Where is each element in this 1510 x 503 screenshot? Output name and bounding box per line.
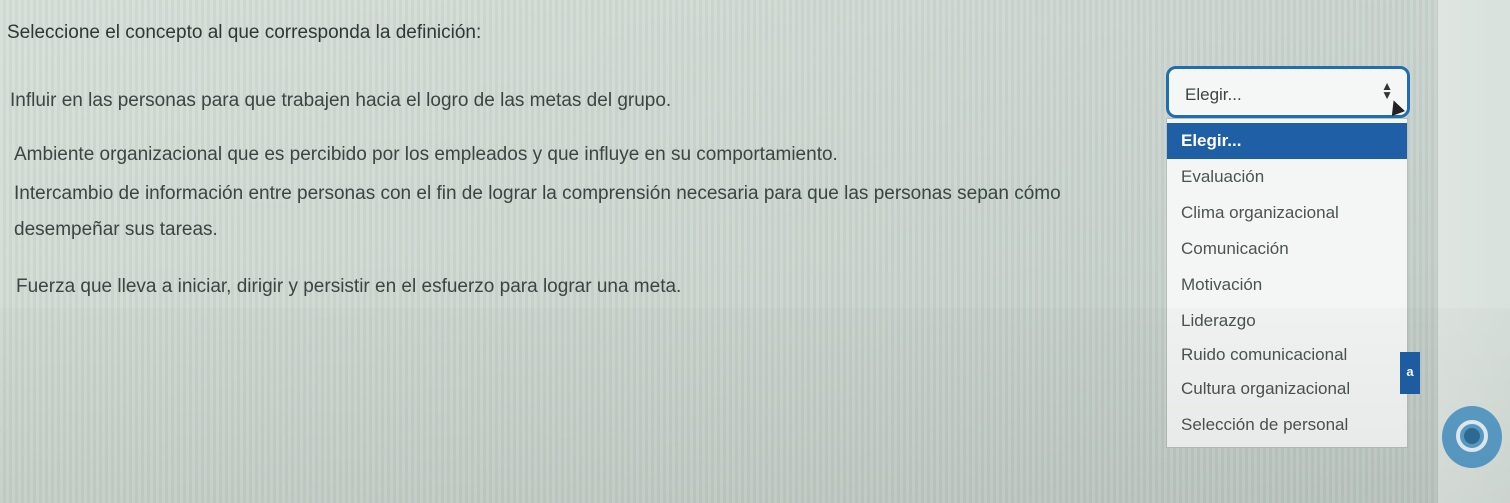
side-badge[interactable]: a <box>1400 352 1420 394</box>
dropdown-list: Elegir... Evaluación Clima organizaciona… <box>1166 118 1408 448</box>
option-clima-organizacional[interactable]: Clima organizacional <box>1167 195 1407 231</box>
option-elegir[interactable]: Elegir... <box>1167 123 1407 159</box>
option-evaluacion[interactable]: Evaluación <box>1167 159 1407 195</box>
option-motivacion[interactable]: Motivación <box>1167 267 1407 303</box>
quiz-screen: Seleccione el concepto al que correspond… <box>0 0 1510 503</box>
definition-3: Intercambio de información entre persona… <box>14 183 1061 240</box>
up-down-arrows-icon: ▲ ▼ <box>1381 79 1393 102</box>
question-instruction: Seleccione el concepto al que correspond… <box>7 22 482 43</box>
option-ruido-comunicacional[interactable]: Ruido comunicacional <box>1167 337 1407 373</box>
option-liderazgo[interactable]: Liderazgo <box>1167 303 1407 339</box>
mascot-icon[interactable] <box>1442 406 1502 468</box>
select-value: Elegir... <box>1185 85 1242 104</box>
option-seleccion-de-personal[interactable]: Selección de personal <box>1167 407 1407 443</box>
option-cultura-organizacional[interactable]: Cultura organizacional <box>1167 371 1407 407</box>
answer-select-1[interactable]: Elegir... ▲ ▼ <box>1166 66 1410 118</box>
option-comunicacion[interactable]: Comunicación <box>1167 231 1407 267</box>
definition-1: Influir en las personas para que trabaje… <box>10 90 672 111</box>
definition-2: Ambiente organizacional que es percibido… <box>14 144 838 165</box>
definition-4: Fuerza que lleva a iniciar, dirigir y pe… <box>16 276 682 297</box>
